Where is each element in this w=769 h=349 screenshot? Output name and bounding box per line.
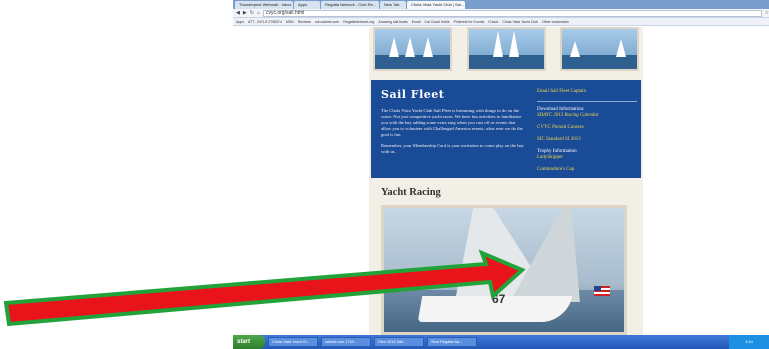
yacht-racing-photo[interactable]: 67 (381, 205, 627, 335)
back-icon[interactable]: ◀ (236, 10, 240, 16)
sail-fleet-description: The Chula Vista Yacht Club Sail Fleet is… (381, 108, 526, 160)
browser-window: Thunderpest Webmail - Inbox Apps Regatta… (233, 0, 769, 335)
tab-regatta[interactable]: Regatta Network - Club Re... (321, 1, 379, 9)
taskbar-item[interactable]: sailnet.com 1734... (321, 337, 371, 347)
bookmark-item[interactable]: Pinterest for Koontz (454, 20, 485, 24)
system-tray: 3:44 (729, 335, 769, 349)
flag-icon (594, 286, 610, 296)
taskbar-item[interactable]: Chula Vista Yacht Cl... (268, 337, 318, 347)
bookmark-item[interactable]: cdn.sailnet.com (315, 20, 339, 24)
sailboat-photo[interactable] (560, 27, 639, 71)
bookmark-item[interactable]: Amazing sail boats (378, 20, 407, 24)
email-captain-link[interactable]: Email Sail Fleet Captain (537, 89, 637, 95)
page-content: Sail Fleet The Chula Vista Yacht Club Sa… (233, 27, 769, 335)
taskbar-item[interactable]: Glen 2013 Sail... (374, 337, 424, 347)
tab-cvyc[interactable]: Chula Vista Yacht Club | Sai... (407, 1, 465, 9)
star-icon[interactable]: ☆ (765, 10, 769, 16)
bookmark-item[interactable]: Email (412, 20, 421, 24)
fleet-links: Email Sail Fleet Captain Download Inform… (537, 89, 637, 173)
bookmark-item[interactable]: RegattaNetwork.org (343, 20, 374, 24)
bookmark-item[interactable]: ATT - INTLS 2798374 (248, 20, 282, 24)
taskbar: start Chula Vista Yacht Cl... sailnet.co… (233, 335, 769, 349)
bookmark-item[interactable]: Reviews (298, 20, 311, 24)
desktop-left-area (0, 0, 233, 349)
divider (537, 101, 637, 102)
sail-fleet-panel: Sail Fleet The Chula Vista Yacht Club Sa… (371, 80, 641, 178)
fleet-paragraph: The Chula Vista Yacht Club Sail Fleet is… (381, 108, 523, 137)
bookmarks-bar: Apps ATT - INTLS 2798374 MSN Reviews cdn… (233, 18, 769, 26)
bookmark-item[interactable]: iCloud (488, 20, 498, 24)
address-bar-row: ◀ ▶ ↻ ⌂ cvyc.org/sail.html ☆ (233, 9, 769, 18)
tab-apps[interactable]: Apps (294, 1, 320, 9)
tab-webmail[interactable]: Thunderpest Webmail - Inbox (235, 1, 293, 9)
bookmark-item[interactable]: Cal Coast Hollie (425, 20, 450, 24)
reload-icon[interactable]: ↻ (250, 10, 254, 16)
taskbar-item[interactable]: Start Regatta Ba... (427, 337, 477, 347)
fleet-paragraph: Remember, your Membership Card is your i… (381, 143, 524, 154)
bookmark-item[interactable]: MSN (286, 20, 294, 24)
forward-icon[interactable]: ▶ (243, 10, 247, 16)
tab-new[interactable]: New Tab (380, 1, 406, 9)
bookmark-item[interactable]: Chula Vista Yacht Club (502, 20, 538, 24)
sailboat-photo[interactable] (466, 27, 546, 71)
commodores-cup-link[interactable]: Commodore's Cup (537, 167, 637, 173)
yacht-racing-heading: Yacht Racing (381, 187, 441, 198)
sailboat-photo[interactable] (373, 27, 452, 71)
home-icon[interactable]: ⌂ (257, 10, 260, 16)
tab-bar: Thunderpest Webmail - Inbox Apps Regatta… (233, 0, 769, 9)
sail-number: 67 (492, 292, 506, 306)
bookmark-other[interactable]: Other bookmarks (542, 20, 569, 24)
url-input[interactable]: cvyc.org/sail.html (262, 9, 762, 17)
bookmark-item[interactable]: Apps (236, 20, 244, 24)
start-button[interactable]: start (233, 335, 265, 349)
sail-fleet-title: Sail Fleet (381, 88, 445, 101)
photo-strip (369, 27, 643, 73)
main-column: Sail Fleet The Chula Vista Yacht Club Sa… (369, 27, 643, 335)
